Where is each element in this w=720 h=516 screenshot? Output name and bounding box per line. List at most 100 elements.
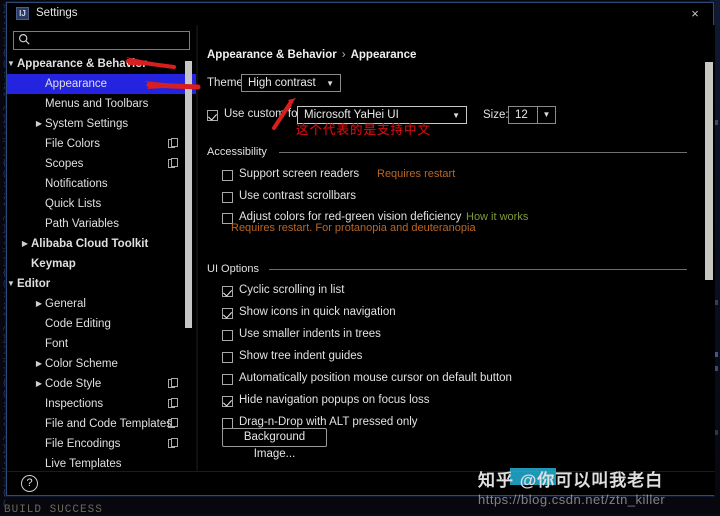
sidebar-item-system-settings[interactable]: ▶System Settings: [7, 114, 196, 134]
ui-option-checkbox-label: Automatically position mouse cursor on d…: [239, 372, 512, 384]
sidebar-scrollbar[interactable]: [185, 57, 192, 446]
accessibility-title: Accessibility: [207, 146, 273, 158]
sidebar-item-general[interactable]: ▶General: [7, 294, 196, 314]
main-panel-scrollbar[interactable]: [705, 37, 713, 457]
sidebar-item-font[interactable]: Font: [7, 334, 196, 354]
dialog-footer: ?: [7, 471, 715, 495]
chevron-down-icon: ▼: [326, 75, 334, 92]
sidebar-item-file-and-code-templates[interactable]: File and Code Templates: [7, 414, 196, 434]
project-scope-icon: [168, 418, 178, 429]
ui-option-checkbox-label: Drag-n-Drop with ALT pressed only: [239, 416, 418, 428]
checkbox[interactable]: [222, 286, 233, 297]
sidebar-item-label: Editor: [17, 274, 50, 294]
intellij-idea-icon: IJ: [16, 7, 29, 20]
settings-dialog: IJ Settings × ▼Appearance & BehaviorAppe…: [6, 2, 714, 496]
chevron-down-icon: ▼: [537, 107, 555, 123]
ui-options-title: UI Options: [207, 263, 265, 275]
project-scope-icon: [168, 438, 178, 449]
help-icon[interactable]: ?: [21, 475, 38, 492]
checkbox[interactable]: [222, 374, 233, 385]
sidebar-item-scopes[interactable]: Scopes: [7, 154, 196, 174]
sidebar-item-alibaba-cloud-toolkit[interactable]: ▶Alibaba Cloud Toolkit: [7, 234, 196, 254]
requires-restart-hint: Requires restart: [377, 168, 455, 180]
ui-option-checkbox-label: Cyclic scrolling in list: [239, 284, 344, 296]
sidebar-item-quick-lists[interactable]: Quick Lists: [7, 194, 196, 214]
sidebar-item-code-style[interactable]: ▶Code Style: [7, 374, 196, 394]
sidebar-item-label: Color Scheme: [45, 354, 118, 374]
sidebar-item-appearance[interactable]: Appearance: [7, 74, 196, 94]
project-scope-icon: [168, 158, 178, 169]
sidebar-item-path-variables[interactable]: Path Variables: [7, 214, 196, 234]
search-input[interactable]: [13, 31, 190, 50]
ide-build-status-text: BUILD SUCCESS: [4, 504, 103, 516]
ui-option-checkbox-label: Show icons in quick navigation: [239, 306, 396, 318]
theme-combobox[interactable]: High contrast ▼: [241, 74, 341, 92]
sidebar-item-label: Code Style: [45, 374, 101, 394]
breadcrumb-separator: ›: [342, 49, 346, 61]
use-custom-font-checkbox[interactable]: [207, 110, 218, 121]
ui-options-section-header: UI Options: [207, 263, 701, 275]
main-panel-scrollbar-thumb[interactable]: [705, 62, 713, 280]
sidebar-item-appearance-behavior[interactable]: ▼Appearance & Behavior: [7, 54, 196, 74]
chevron-right-icon[interactable]: ▶: [33, 294, 45, 314]
sidebar-item-color-scheme[interactable]: ▶Color Scheme: [7, 354, 196, 374]
sidebar-item-code-editing[interactable]: Code Editing: [7, 314, 196, 334]
checkbox[interactable]: [222, 308, 233, 319]
chevron-right-icon[interactable]: ▶: [33, 374, 45, 394]
checkbox[interactable]: [222, 192, 233, 203]
ide-code-glyph: (: [2, 499, 7, 509]
sidebar-item-menus-and-toolbars[interactable]: Menus and Toolbars: [7, 94, 196, 114]
sidebar-item-label: System Settings: [45, 114, 128, 134]
font-size-combobox[interactable]: 12 ▼: [508, 106, 556, 124]
section-divider: [269, 269, 687, 270]
accessibility-section-header: Accessibility: [207, 146, 701, 158]
breadcrumb-current: Appearance: [351, 49, 417, 61]
checkbox[interactable]: [222, 352, 233, 363]
sidebar-item-file-colors[interactable]: File Colors: [7, 134, 196, 154]
sidebar-item-label: Font: [45, 334, 68, 354]
breadcrumb: Appearance & Behavior › Appearance: [207, 49, 416, 61]
project-scope-icon: [168, 398, 178, 409]
checkbox[interactable]: [222, 170, 233, 181]
custom-font-value: Microsoft YaHei UI: [304, 107, 399, 123]
close-icon[interactable]: ×: [687, 6, 703, 22]
chevron-right-icon[interactable]: ▶: [33, 354, 45, 374]
project-scope-icon: [168, 138, 178, 149]
sidebar-item-label: Path Variables: [45, 214, 119, 234]
chevron-down-icon[interactable]: ▼: [7, 274, 17, 294]
section-divider: [279, 152, 687, 153]
dialog-body: ▼Appearance & BehaviorAppearanceMenus an…: [7, 25, 713, 473]
sidebar-item-file-encodings[interactable]: File Encodings: [7, 434, 196, 454]
sidebar-item-notifications[interactable]: Notifications: [7, 174, 196, 194]
sidebar-item-label: Menus and Toolbars: [45, 94, 148, 114]
sidebar-item-label: Appearance: [45, 74, 107, 94]
sidebar-item-editor[interactable]: ▼Editor: [7, 274, 196, 294]
sidebar-scrollbar-thumb[interactable]: [185, 61, 192, 328]
sidebar-item-keymap[interactable]: Keymap: [7, 254, 196, 274]
sidebar-item-label: Appearance & Behavior: [17, 54, 147, 74]
sidebar-item-label: Scopes: [45, 154, 83, 174]
background-image-button[interactable]: Background Image...: [222, 428, 327, 447]
theme-value: High contrast: [248, 75, 316, 91]
sidebar-item-label: File Encodings: [45, 434, 120, 454]
sidebar-item-label: Alibaba Cloud Toolkit: [31, 234, 148, 254]
custom-font-combobox[interactable]: Microsoft YaHei UI ▼: [297, 106, 467, 124]
chevron-down-icon: ▼: [452, 107, 460, 124]
sidebar-item-inspections[interactable]: Inspections: [7, 394, 196, 414]
breadcrumb-parent[interactable]: Appearance & Behavior: [207, 49, 337, 61]
sidebar-item-label: Quick Lists: [45, 194, 101, 214]
chevron-down-icon[interactable]: ▼: [7, 54, 17, 74]
font-size-label: Size:: [483, 109, 509, 121]
accessibility-checkbox-label: Use contrast scrollbars: [239, 190, 356, 202]
ui-option-checkbox-label: Hide navigation popups on focus loss: [239, 394, 430, 406]
checkbox[interactable]: [222, 396, 233, 407]
ui-option-checkbox-label: Use smaller indents in trees: [239, 328, 381, 340]
settings-tree: ▼Appearance & BehaviorAppearanceMenus an…: [7, 54, 196, 473]
settings-sidebar: ▼Appearance & BehaviorAppearanceMenus an…: [7, 25, 196, 473]
search-row: [13, 30, 190, 49]
checkbox[interactable]: [222, 330, 233, 341]
sidebar-item-label: Notifications: [45, 174, 108, 194]
sidebar-item-label: File and Code Templates: [45, 414, 172, 434]
chevron-right-icon[interactable]: ▶: [33, 114, 45, 134]
chevron-right-icon[interactable]: ▶: [19, 234, 31, 254]
